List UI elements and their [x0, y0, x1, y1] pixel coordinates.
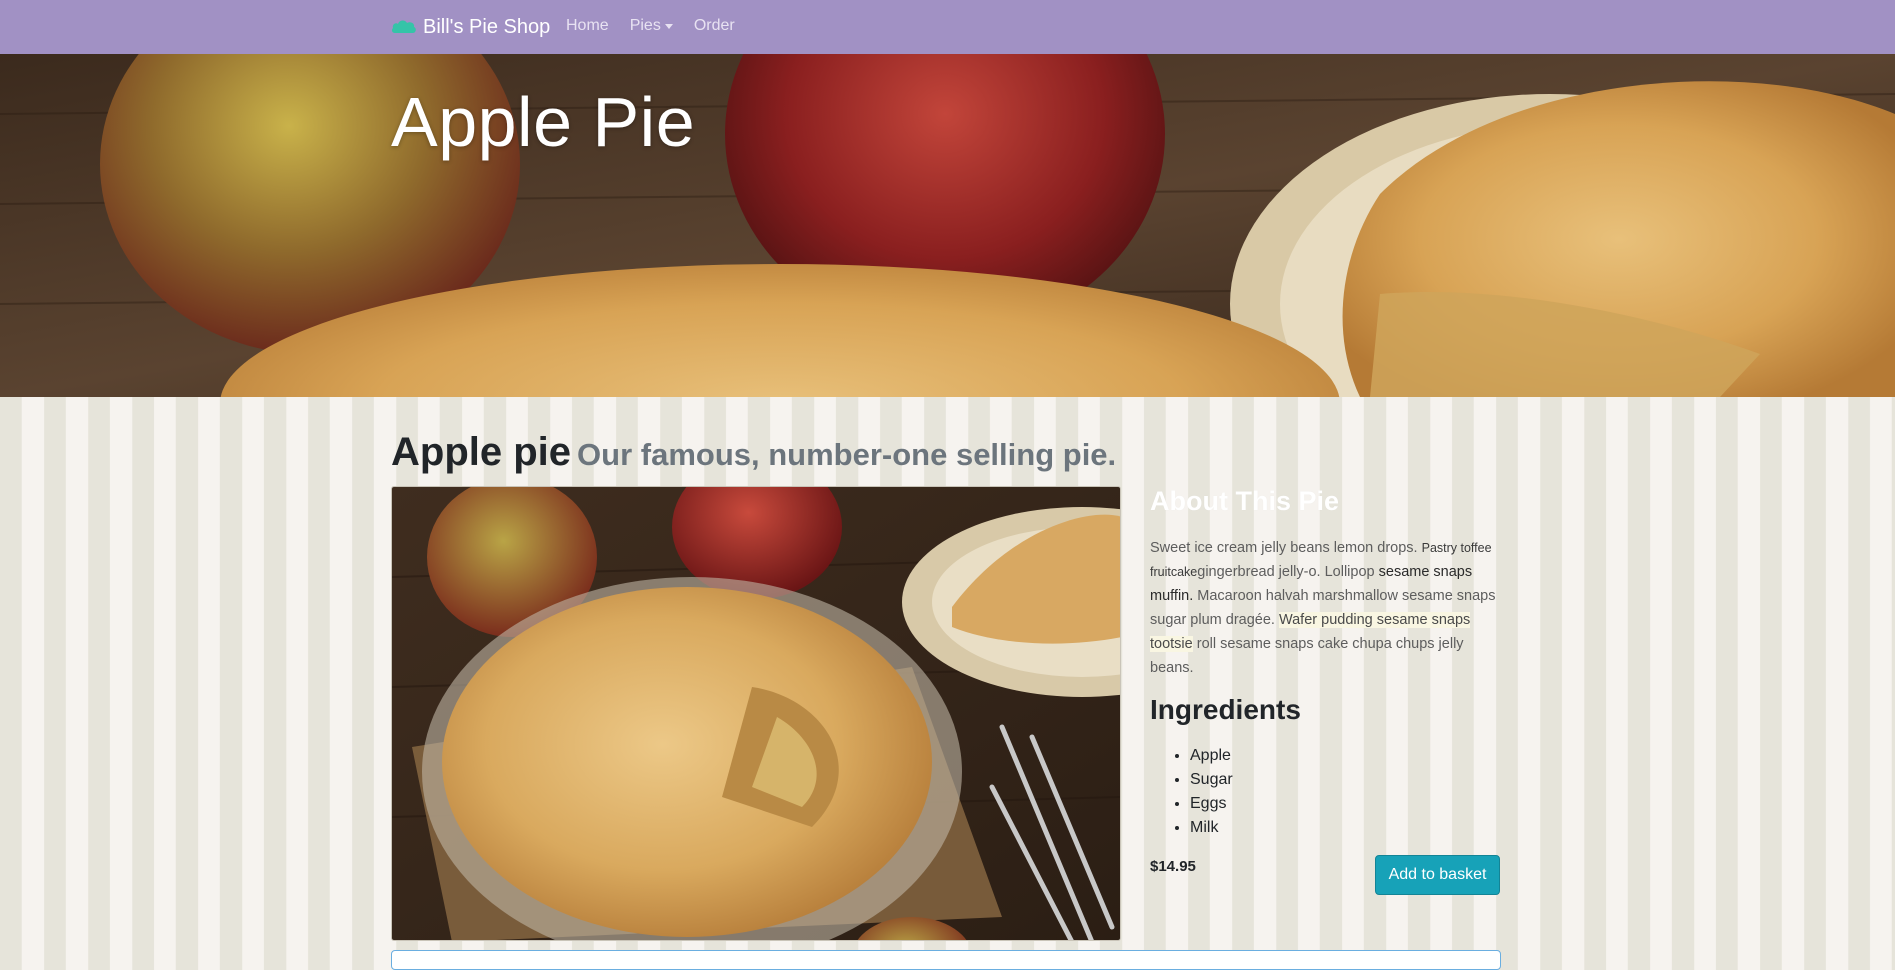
hero-banner: Apple Pie — [0, 54, 1895, 397]
nav-order-label: Order — [693, 17, 735, 34]
about-segment: gingerbread jelly-o. Lollipop — [1197, 564, 1379, 580]
ingredient-item: Sugar — [1190, 768, 1233, 792]
nav-pies-label: Pies — [629, 17, 661, 34]
nav-order[interactable]: Order — [694, 17, 735, 35]
about-title: About This Pie — [1150, 486, 1339, 516]
about-description: Sweet ice cream jelly beans lemon drops.… — [1150, 536, 1505, 680]
top-navbar: Bill's Pie Shop Home Pies Order — [0, 0, 1895, 54]
brand-name: Bill's Pie Shop — [423, 15, 551, 38]
hero-apple-pie-image — [0, 54, 1895, 397]
product-heading: Apple pie Our famous, number-one selling … — [391, 430, 1116, 475]
ingredient-item: Eggs — [1190, 792, 1233, 816]
ingredients-title: Ingredients — [1150, 694, 1301, 725]
ingredient-item: Milk — [1190, 816, 1233, 840]
nav-pies-dropdown[interactable]: Pies — [630, 17, 673, 35]
caret-down-icon — [664, 24, 673, 29]
about-segment: roll sesame snaps cake chupa chups jelly… — [1150, 636, 1464, 676]
apple-pie-photo — [392, 487, 1120, 940]
nav-home[interactable]: Home — [566, 17, 609, 35]
pie-cloud-icon — [391, 20, 416, 33]
brand-link[interactable]: Bill's Pie Shop — [391, 13, 550, 41]
ingredients-list: Apple Sugar Eggs Milk — [1150, 744, 1233, 840]
bottom-card — [391, 950, 1501, 970]
product-name: Apple pie — [391, 430, 572, 474]
hero-title: Apple Pie — [391, 83, 696, 161]
about-segment: Sweet ice cream jelly beans lemon drops. — [1150, 540, 1422, 556]
nav-links: Home Pies Order — [566, 17, 735, 35]
add-to-basket-button[interactable]: Add to basket — [1375, 855, 1500, 895]
product-price: $14.95 — [1150, 858, 1196, 875]
product-image — [391, 486, 1121, 941]
ingredient-item: Apple — [1190, 744, 1233, 768]
product-tagline: Our famous, number-one selling pie. — [577, 437, 1117, 472]
nav-home-label: Home — [566, 17, 609, 34]
